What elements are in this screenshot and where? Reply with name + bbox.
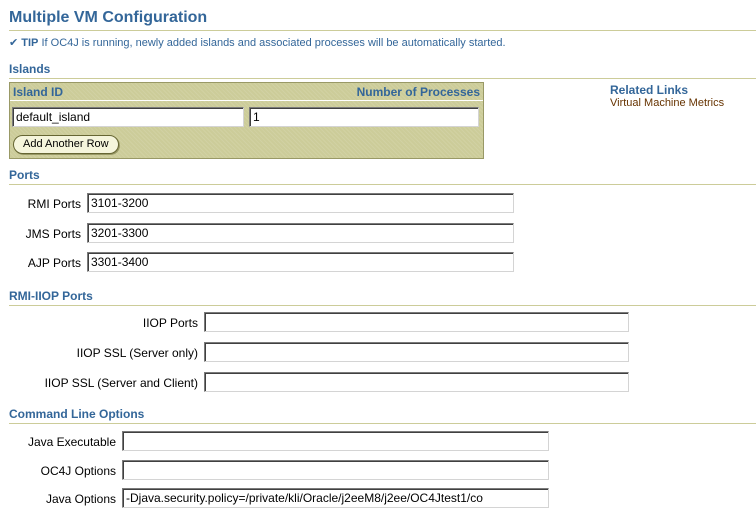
ajp-ports-label: AJP Ports (27, 256, 81, 270)
java-options-label: Java Options (45, 492, 116, 506)
java-executable-label: Java Executable (27, 435, 116, 449)
iiop-ssl-server-only-input[interactable] (204, 342, 629, 362)
ports-divider (9, 184, 756, 185)
page-title: Multiple VM Configuration (9, 9, 208, 26)
islands-section-title: Islands (9, 62, 51, 76)
oc4j-options-input[interactable] (122, 460, 549, 480)
rmi-iiop-section-title: RMI-IIOP Ports (9, 289, 93, 303)
num-processes-column-header: Number of Processes (356, 85, 480, 99)
rmi-ports-label: RMI Ports (27, 197, 81, 211)
island-id-input[interactable]: default_island (12, 107, 244, 127)
rmi-ports-input[interactable]: 3101-3200 (87, 193, 514, 213)
oc4j-options-label: OC4J Options (40, 464, 116, 478)
command-line-divider (9, 423, 756, 424)
checkmark-icon: ✔ (9, 37, 19, 49)
add-another-row-button[interactable]: Add Another Row (13, 135, 119, 154)
tip-message: ✔ TIP If OC4J is running, newly added is… (9, 36, 506, 49)
tip-label: TIP (21, 37, 39, 49)
ajp-ports-input[interactable]: 3301-3400 (87, 252, 514, 272)
jms-ports-input[interactable]: 3201-3300 (87, 223, 514, 243)
related-links-title: Related Links (610, 83, 689, 97)
islands-divider (9, 78, 756, 79)
iiop-ssl-server-client-input[interactable] (204, 372, 629, 392)
java-executable-input[interactable] (122, 431, 549, 451)
iiop-ports-input[interactable] (204, 312, 629, 332)
jms-ports-label: JMS Ports (25, 227, 81, 241)
iiop-ports-label: IIOP Ports (142, 316, 198, 330)
iiop-ssl-server-client-label: IIOP SSL (Server and Client) (44, 376, 198, 390)
islands-table: Island ID Number of Processes default_is… (9, 82, 484, 159)
tip-text: If OC4J is running, newly added islands … (41, 37, 506, 49)
island-id-column-header: Island ID (13, 85, 64, 99)
java-options-input[interactable]: -Djava.security.policy=/private/kli/Orac… (122, 488, 549, 508)
title-divider (9, 30, 756, 31)
iiop-ssl-server-only-label: IIOP SSL (Server only) (76, 346, 198, 360)
rmi-iiop-divider (9, 305, 756, 306)
num-processes-input[interactable]: 1 (249, 107, 479, 127)
command-line-section-title: Command Line Options (9, 407, 145, 421)
virtual-machine-metrics-link[interactable]: Virtual Machine Metrics (610, 97, 724, 109)
table-header-divider (10, 100, 483, 101)
ports-section-title: Ports (9, 168, 40, 182)
